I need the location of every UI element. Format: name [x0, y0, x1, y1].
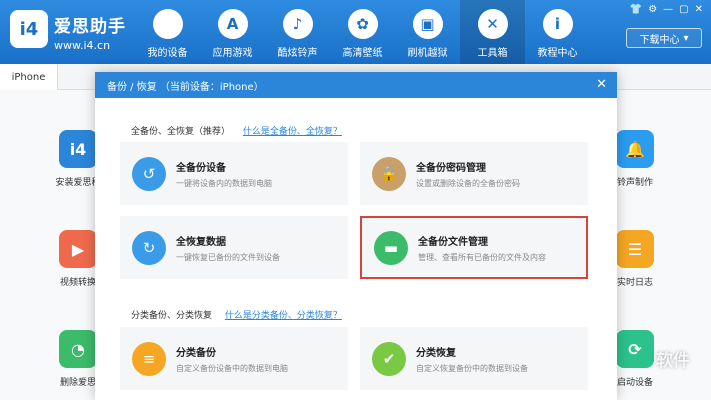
- main-nav: 我的设备 A 应用游戏 ♪ 酷炫铃声 ✿ 高清壁纸 ▣ 刷机越狱 ✕ 工具箱 i…: [135, 0, 590, 64]
- list-icon: ≡: [132, 341, 166, 376]
- download-center-button[interactable]: 下载中心 ▾: [626, 28, 702, 48]
- card-title: 全备份文件管理: [418, 236, 488, 248]
- category-restore-card[interactable]: ✔ 分类恢复 自定义恢复备份中的数据到设备: [360, 327, 588, 390]
- restart-icon: ⟳: [616, 330, 654, 368]
- tool-label: 视频转换: [59, 278, 96, 288]
- apple-icon: [152, 9, 183, 39]
- log-icon: ☰: [616, 230, 654, 268]
- i4-icon: i4: [59, 130, 97, 168]
- nav-label: 高清壁纸: [342, 48, 383, 59]
- close-icon[interactable]: ✕: [695, 4, 703, 15]
- card-desc: 管理、查看所有已备份的文件及内容: [418, 252, 546, 262]
- box-icon: ▣: [412, 9, 443, 39]
- bell-icon: ♪: [282, 9, 313, 39]
- category-backup-card[interactable]: ≡ 分类备份 自定义备份设备中的数据到电脑: [120, 327, 348, 390]
- nav-flash-jailbreak[interactable]: ▣ 刷机越狱: [395, 0, 460, 64]
- backup-restore-dialog: 备份 / 恢复 （当前设备：iPhone） ✕ 全备份、全恢复（推荐） 什么是全…: [95, 72, 617, 400]
- section-title: 全备份、全恢复（推荐）: [131, 127, 231, 137]
- backup-icon: ↺: [132, 156, 166, 191]
- card-desc: 一键将设备内的数据到电脑: [176, 178, 272, 188]
- full-restore-card[interactable]: ↻ 全恢复数据 一键恢复已备份的文件到设备: [120, 216, 348, 279]
- tool-label: 实时日志: [616, 278, 653, 288]
- app-header: i4 爱思助手 www.i4.cn 我的设备 A 应用游戏 ♪ 酷炫铃声 ✿ 高…: [0, 0, 711, 64]
- brand-name: 爱思助手: [54, 17, 126, 37]
- download-center-label: 下载中心: [639, 34, 680, 46]
- section-full-backup: 全备份、全恢复（推荐） 什么是全备份、全恢复？: [131, 124, 342, 137]
- watermark: 软件: [656, 351, 690, 371]
- backup-password-card[interactable]: 🔒 全备份密码管理 设置或删除设备的全备份密码: [360, 142, 588, 205]
- brand-url: www.i4.cn: [54, 39, 111, 52]
- close-icon[interactable]: ✕: [596, 77, 607, 92]
- section-title: 分类备份、分类恢复: [131, 311, 213, 321]
- app-logo: i4: [10, 10, 48, 48]
- card-title: 全备份密码管理: [416, 162, 486, 174]
- nav-ringtones[interactable]: ♪ 酷炫铃声: [265, 0, 330, 64]
- tool-label: 启动设备: [616, 378, 653, 388]
- dialog-title: 备份 / 恢复 （当前设备：iPhone）: [107, 81, 264, 93]
- nav-label: 教程中心: [537, 48, 578, 59]
- skin-icon[interactable]: 👕: [630, 4, 642, 15]
- minimize-icon[interactable]: —: [663, 4, 673, 15]
- card-desc: 一键恢复已备份的文件到设备: [176, 252, 280, 262]
- maximize-icon[interactable]: ▢: [679, 4, 688, 15]
- brand: 爱思助手 www.i4.cn: [54, 12, 126, 52]
- card-title: 分类备份: [176, 347, 216, 359]
- full-backup-card[interactable]: ↺ 全备份设备 一键将设备内的数据到电脑: [120, 142, 348, 205]
- tools-icon: ✕: [477, 9, 508, 39]
- tool-label: 安装爱思移: [55, 178, 101, 188]
- bell-icon: 🔔: [616, 130, 654, 168]
- app-store-icon: A: [217, 9, 248, 39]
- help-link-full-backup[interactable]: 什么是全备份、全恢复？: [243, 127, 342, 137]
- card-desc: 自定义恢复备份中的数据到设备: [416, 363, 528, 373]
- chevron-down-icon: ▾: [683, 32, 689, 44]
- play-icon: ▶: [59, 230, 97, 268]
- nav-toolbox[interactable]: ✕ 工具箱: [460, 0, 525, 64]
- nav-label: 工具箱: [477, 48, 508, 59]
- window-controls: 👕 ⚙ — ▢ ✕: [630, 4, 703, 15]
- tool-label: 铃声制作: [616, 178, 653, 188]
- nav-tutorials[interactable]: i 教程中心: [525, 0, 590, 64]
- nav-wallpapers[interactable]: ✿ 高清壁纸: [330, 0, 395, 64]
- card-desc: 自定义备份设备中的数据到电脑: [176, 363, 288, 373]
- dialog-header: 备份 / 恢复 （当前设备：iPhone） ✕: [95, 72, 617, 98]
- settings-icon[interactable]: ⚙: [648, 4, 657, 15]
- nav-label: 应用游戏: [212, 48, 253, 59]
- pie-icon: ◔: [59, 330, 97, 368]
- card-title: 全备份设备: [176, 162, 226, 174]
- check-icon: ✔: [372, 341, 406, 376]
- card-title: 全恢复数据: [176, 236, 226, 248]
- section-category-backup: 分类备份、分类恢复 什么是分类备份、分类恢复？: [131, 308, 342, 321]
- nav-label: 我的设备: [147, 48, 188, 59]
- tool-label: 删除爱思: [59, 378, 96, 388]
- nav-label: 刷机越狱: [407, 48, 448, 59]
- backup-files-card[interactable]: ▬ 全备份文件管理 管理、查看所有已备份的文件及内容: [360, 216, 588, 279]
- card-title: 分类恢复: [416, 347, 456, 359]
- tab-iphone[interactable]: iPhone: [0, 64, 58, 90]
- card-desc: 设置或删除设备的全备份密码: [416, 178, 520, 188]
- nav-my-device[interactable]: 我的设备: [135, 0, 200, 64]
- folder-icon: ▬: [374, 230, 408, 265]
- help-link-category-backup[interactable]: 什么是分类备份、分类恢复？: [225, 311, 342, 321]
- info-icon: i: [542, 9, 573, 39]
- lock-icon: 🔒: [372, 156, 406, 191]
- restore-icon: ↻: [132, 230, 166, 265]
- nav-apps[interactable]: A 应用游戏: [200, 0, 265, 64]
- flower-icon: ✿: [347, 9, 378, 39]
- nav-label: 酷炫铃声: [277, 48, 318, 59]
